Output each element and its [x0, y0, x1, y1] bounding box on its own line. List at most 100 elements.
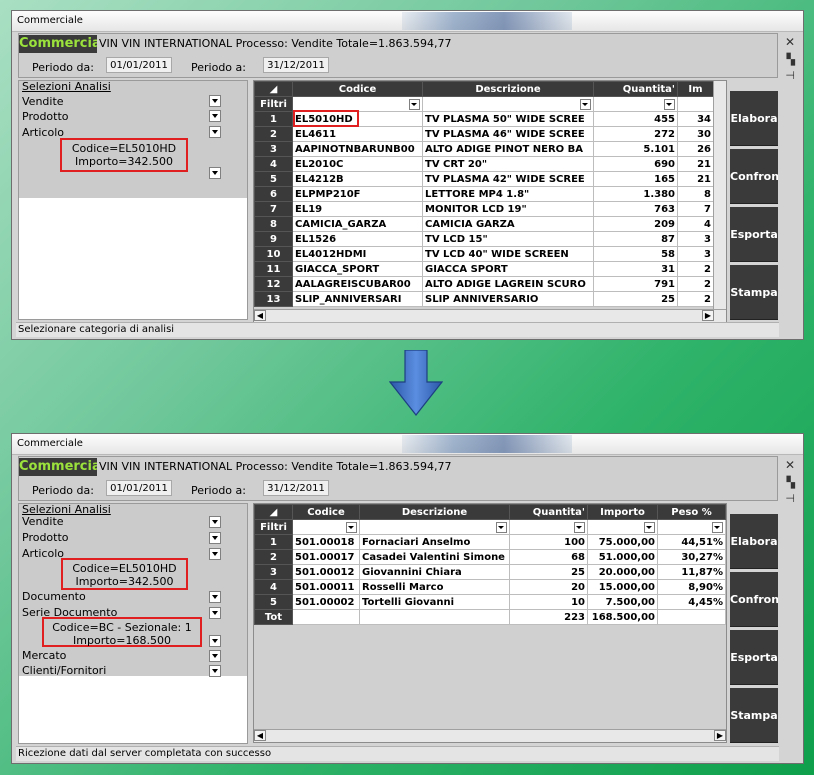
cell-codice[interactable]: 501.00011: [292, 579, 360, 595]
scroll-right-icon[interactable]: ▶: [714, 730, 726, 741]
elabora-button[interactable]: Elabora: [730, 91, 778, 146]
cell-descrizione[interactable]: TV PLASMA 46" WIDE SCREE: [422, 126, 594, 142]
table-row[interactable]: 7 EL19 MONITOR LCD 19" 763 7: [254, 201, 714, 217]
cell-codice[interactable]: EL4012HDMI: [292, 246, 423, 262]
column-header-descrizione[interactable]: Descrizione: [422, 81, 594, 97]
scroll-right-icon[interactable]: ▶: [702, 310, 714, 321]
cell-quantita[interactable]: 20: [509, 579, 588, 595]
chevron-down-icon[interactable]: [209, 532, 221, 544]
restore-icon[interactable]: ▚: [787, 476, 795, 489]
cell-importo[interactable]: 3: [677, 246, 714, 262]
chevron-down-icon[interactable]: [209, 548, 221, 560]
cell-importo[interactable]: 34: [677, 111, 714, 127]
column-header-codice[interactable]: Codice: [292, 504, 360, 520]
filter-dropdown-icon[interactable]: [664, 99, 675, 110]
periodo-da-field[interactable]: 01/01/2011: [106, 480, 172, 496]
selection-vendite[interactable]: Vendite: [22, 95, 64, 108]
horizontal-scrollbar[interactable]: ◀ ▶: [254, 729, 726, 742]
horizontal-scrollbar[interactable]: ◀ ▶: [254, 309, 726, 322]
cell-quantita[interactable]: 25: [509, 564, 588, 580]
filter-cell[interactable]: [422, 96, 594, 112]
confronta-button[interactable]: Confronta: [730, 572, 778, 627]
periodo-a-field[interactable]: 31/12/2011: [263, 57, 329, 73]
chevron-down-icon[interactable]: [209, 167, 221, 179]
cell-importo[interactable]: 8: [677, 186, 714, 202]
cell-descrizione[interactable]: TV PLASMA 42" WIDE SCREE: [422, 171, 594, 187]
column-header-importo[interactable]: Importo: [587, 504, 658, 520]
filter-dropdown-icon[interactable]: [496, 522, 507, 533]
filter-cell[interactable]: [587, 519, 658, 535]
cell-codice[interactable]: EL1526: [292, 231, 423, 247]
cell-quantita[interactable]: 690: [593, 156, 678, 172]
selection-prodotto[interactable]: Prodotto: [22, 531, 69, 544]
cell-codice[interactable]: EL2010C: [292, 156, 423, 172]
table-row[interactable]: 5 EL4212B TV PLASMA 42" WIDE SCREE 165 21: [254, 171, 714, 187]
table-row[interactable]: 10 EL4012HDMI TV LCD 40" WIDE SCREEN 58 3: [254, 246, 714, 262]
cell-descrizione[interactable]: GIACCA SPORT: [422, 261, 594, 277]
filter-cell[interactable]: [292, 519, 360, 535]
selection-prodotto[interactable]: Prodotto: [22, 110, 69, 123]
cell-quantita[interactable]: 31: [593, 261, 678, 277]
cell-importo[interactable]: 3: [677, 231, 714, 247]
chevron-down-icon[interactable]: [209, 635, 221, 647]
cell-descrizione[interactable]: ALTO ADIGE LAGREIN SCURO: [422, 276, 594, 292]
pin-icon[interactable]: ⊣: [785, 69, 795, 82]
chevron-down-icon[interactable]: [209, 110, 221, 122]
cell-descrizione[interactable]: Rosselli Marco: [359, 579, 510, 595]
cell-peso[interactable]: 8,90%: [657, 579, 726, 595]
cell-codice[interactable]: ELPMP210F: [292, 186, 423, 202]
scroll-left-icon[interactable]: ◀: [254, 310, 266, 321]
cell-quantita[interactable]: 791: [593, 276, 678, 292]
cell-codice[interactable]: 501.00002: [292, 594, 360, 610]
table-row[interactable]: 5 501.00002 Tortelli Giovanni 10 7.500,00 4,4…: [254, 594, 726, 610]
cell-peso[interactable]: 30,27%: [657, 549, 726, 565]
scroll-left-icon[interactable]: ◀: [254, 730, 266, 741]
table-row[interactable]: 4 EL2010C TV CRT 20" 690 21: [254, 156, 714, 172]
cell-codice[interactable]: EL4212B: [292, 171, 423, 187]
cell-descrizione[interactable]: LETTORE MP4 1.8": [422, 186, 594, 202]
table-row[interactable]: 3 501.00012 Giovannini Chiara 25 20.000,00 11…: [254, 564, 726, 580]
cell-quantita[interactable]: 1.380: [593, 186, 678, 202]
table-row[interactable]: 1 501.00018 Fornaciari Anselmo 100 75.000,00…: [254, 534, 726, 550]
cell-codice[interactable]: GIACCA_SPORT: [292, 261, 423, 277]
chevron-down-icon[interactable]: [209, 516, 221, 528]
esporta-button[interactable]: Esporta: [730, 630, 778, 685]
filter-cell[interactable]: [509, 519, 588, 535]
cell-codice[interactable]: EL4611: [292, 126, 423, 142]
filter-dropdown-icon[interactable]: [712, 522, 723, 533]
cell-descrizione[interactable]: Casadei Valentini Simone: [359, 549, 510, 565]
cell-peso[interactable]: 4,45%: [657, 594, 726, 610]
cell-quantita[interactable]: 272: [593, 126, 678, 142]
column-header-importo[interactable]: Im: [677, 81, 714, 97]
filter-dropdown-icon[interactable]: [580, 99, 591, 110]
cell-descrizione[interactable]: TV PLASMA 50" WIDE SCREE: [422, 111, 594, 127]
filter-cell[interactable]: [657, 519, 726, 535]
stampa-button[interactable]: Stampa: [730, 688, 778, 743]
cell-importo[interactable]: 2: [677, 261, 714, 277]
pin-icon[interactable]: ⊣: [785, 492, 795, 505]
filter-dropdown-icon[interactable]: [574, 522, 585, 533]
cell-codice[interactable]: CAMICIA_GARZA: [292, 216, 423, 232]
cell-quantita[interactable]: 165: [593, 171, 678, 187]
chevron-down-icon[interactable]: [209, 665, 221, 677]
restore-icon[interactable]: ▚: [787, 53, 795, 66]
cell-quantita[interactable]: 87: [593, 231, 678, 247]
cell-codice[interactable]: 501.00017: [292, 549, 360, 565]
table-row[interactable]: 11 GIACCA_SPORT GIACCA SPORT 31 2: [254, 261, 714, 277]
chevron-down-icon[interactable]: [209, 650, 221, 662]
cell-quantita[interactable]: 100: [509, 534, 588, 550]
cell-quantita[interactable]: 209: [593, 216, 678, 232]
filter-cell[interactable]: [359, 519, 510, 535]
column-header-peso[interactable]: Peso %: [657, 504, 726, 520]
cell-descrizione[interactable]: SLIP ANNIVERSARIO: [422, 291, 594, 307]
selection-documento[interactable]: Documento: [22, 590, 86, 603]
confronta-button[interactable]: Confronta: [730, 149, 778, 204]
column-header-quantita[interactable]: Quantita': [509, 504, 588, 520]
cell-codice[interactable]: SLIP_ANNIVERSARI: [292, 291, 423, 307]
table-row[interactable]: 2 501.00017 Casadei Valentini Simone 68 51.0…: [254, 549, 726, 565]
cell-quantita[interactable]: 455: [593, 111, 678, 127]
cell-descrizione[interactable]: CAMICIA GARZA: [422, 216, 594, 232]
cell-importo[interactable]: 75.000,00: [587, 534, 658, 550]
filter-dropdown-icon[interactable]: [644, 522, 655, 533]
periodo-da-field[interactable]: 01/01/2011: [106, 57, 172, 73]
